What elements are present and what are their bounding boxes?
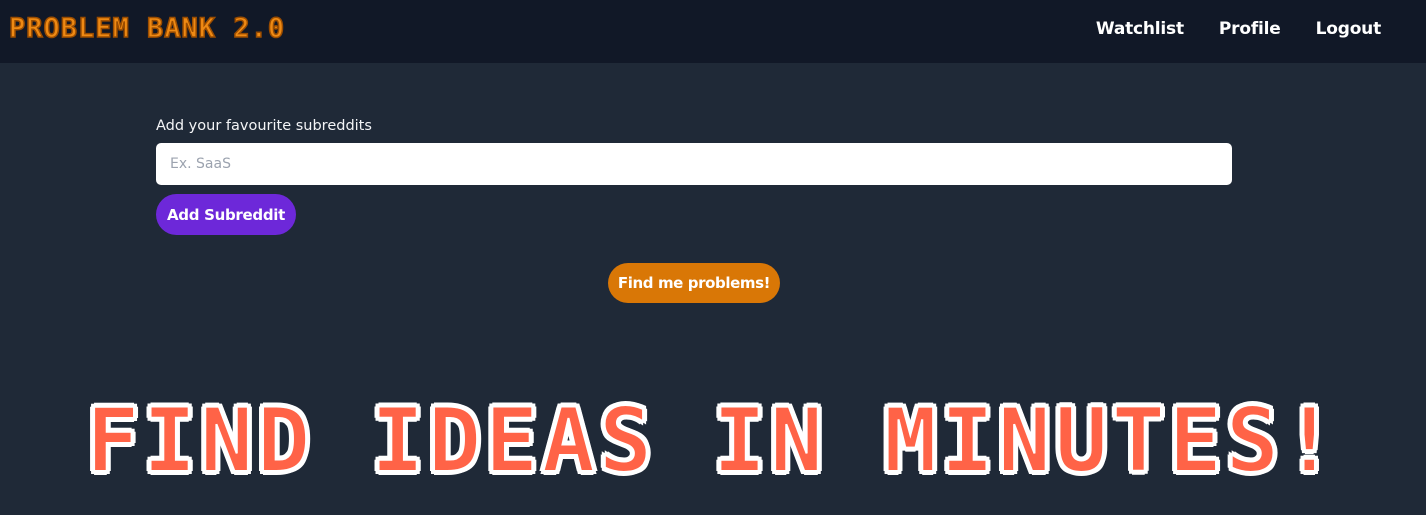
navbar: PROBLEM BANK 2.0 Watchlist Profile Logou… bbox=[0, 0, 1426, 63]
nav-link-profile[interactable]: Profile bbox=[1219, 19, 1281, 39]
nav-link-logout[interactable]: Logout bbox=[1316, 19, 1382, 39]
nav-link-watchlist[interactable]: Watchlist bbox=[1096, 19, 1184, 39]
find-problems-button[interactable]: Find me problems! bbox=[608, 263, 780, 303]
add-subreddit-button[interactable]: Add Subreddit bbox=[156, 194, 296, 235]
brand-logo[interactable]: PROBLEM BANK 2.0 bbox=[8, 10, 285, 48]
subreddit-input[interactable] bbox=[156, 143, 1232, 185]
subreddit-field-label: Add your favourite subreddits bbox=[156, 118, 372, 134]
nav-links: Watchlist Profile Logout bbox=[1096, 0, 1381, 58]
hero-headline: FIND IDEAS IN MINUTES! bbox=[85, 388, 1340, 493]
